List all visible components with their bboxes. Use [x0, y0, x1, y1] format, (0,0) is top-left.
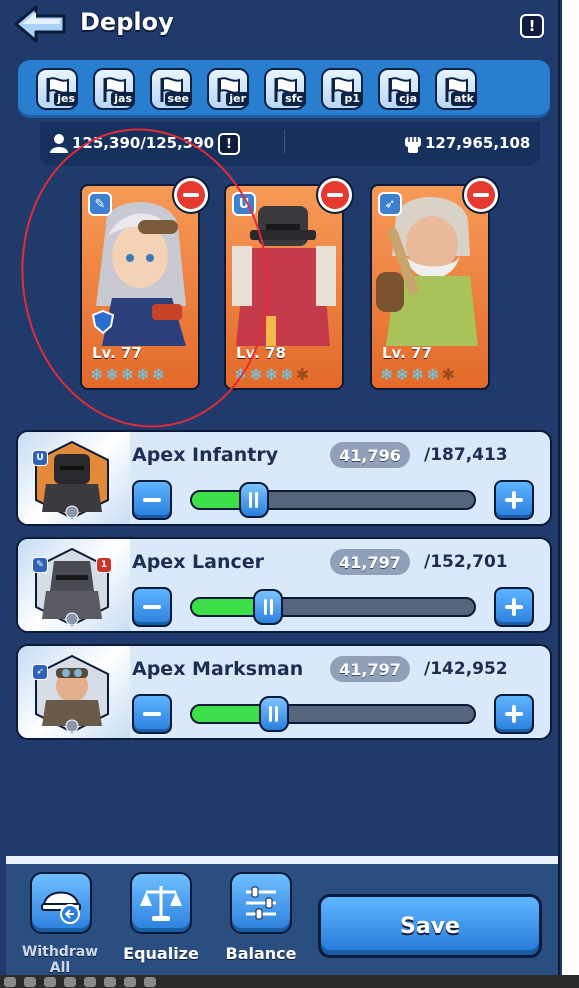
flag-slot[interactable]: jes — [36, 68, 78, 110]
flag-slot[interactable]: cja — [378, 68, 420, 110]
bow-icon: ➶ — [32, 664, 48, 680]
star-icon: ❄ — [395, 365, 409, 384]
taskbar-icon[interactable] — [104, 976, 116, 987]
taskbar-icon[interactable] — [124, 976, 136, 987]
withdraw-all-label: Withdraw All — [21, 944, 99, 975]
balance-label: Balance — [225, 944, 297, 963]
flag-label: sfc — [282, 92, 306, 106]
troops-icon — [50, 134, 68, 153]
minus-icon — [143, 712, 161, 716]
wand-icon: ✎ — [32, 557, 48, 573]
withdraw-all-button[interactable] — [30, 872, 92, 934]
minus-icon — [143, 498, 161, 502]
snow-edge — [6, 856, 558, 864]
scales-icon — [140, 886, 182, 921]
equalize-label: Equalize — [123, 944, 199, 963]
troop-max: /152,701 — [424, 552, 508, 572]
troop-name: Apex Infantry — [132, 444, 279, 466]
star-icon: ❄ — [249, 365, 263, 384]
troop-row-lancer: ✎ 1 Apex Lancer 41,797 /152,701 — [16, 537, 552, 633]
page-title: Deploy — [80, 8, 174, 36]
troop-row-infantry: U Apex Infantry 41,796 /187,413 — [16, 430, 552, 526]
taskbar-icon[interactable] — [64, 976, 76, 987]
flag-slot[interactable]: jer — [207, 68, 249, 110]
exclamation-icon: ! — [226, 136, 232, 152]
shield-icon: U — [32, 450, 48, 466]
sliders-icon — [246, 886, 276, 920]
divider — [284, 130, 285, 154]
flag-label: jer — [226, 92, 249, 106]
remove-hero-button[interactable] — [318, 178, 352, 212]
minus-icon — [143, 605, 161, 609]
star-icon: ❄ — [280, 365, 294, 384]
troop-count-input[interactable]: 41,797 — [330, 549, 410, 575]
troop-slider[interactable] — [190, 704, 476, 724]
taskbar-icon[interactable] — [4, 976, 16, 987]
flag-label: jas — [111, 92, 135, 106]
troop-max: /187,413 — [424, 445, 508, 465]
flag-label: jes — [54, 92, 78, 106]
flag-slot[interactable]: jas — [93, 68, 135, 110]
troop-info-button[interactable]: ! — [218, 133, 240, 155]
bow-icon: ➶ — [378, 192, 402, 216]
back-arrow-icon — [14, 5, 66, 43]
hero-card[interactable]: ➶ Lv. 77 ❄ ❄ ❄ ❄ ✱ — [370, 184, 490, 390]
hero-stars: ❄ ❄ ❄ ❄ ✱ — [380, 366, 455, 384]
star-icon: ❄ — [264, 365, 279, 384]
star-empty-icon: ✱ — [441, 365, 456, 384]
troop-count-input[interactable]: 41,797 — [330, 656, 410, 682]
star-icon: ❄ — [380, 365, 394, 384]
taskbar-icon[interactable] — [84, 976, 96, 987]
flag-label: see — [164, 92, 192, 106]
flag-label: cja — [396, 92, 420, 106]
taskbar-icon[interactable] — [44, 976, 56, 987]
decrease-button[interactable] — [132, 587, 172, 627]
deploy-panel: Deploy ! jes jas see jer sfc p1 cja atk … — [0, 0, 560, 975]
increase-button[interactable] — [494, 587, 534, 627]
back-button[interactable] — [12, 4, 68, 44]
troop-name: Apex Marksman — [132, 658, 304, 680]
star-icon: ❄ — [410, 365, 425, 384]
increase-button[interactable] — [494, 694, 534, 734]
flag-label: p1 — [341, 92, 363, 106]
troop-slider[interactable] — [190, 490, 476, 510]
exclamation-icon: ! — [528, 17, 536, 35]
total-power: 127,965,108 — [425, 134, 531, 152]
taskbar — [0, 975, 579, 988]
flag-slot[interactable]: see — [150, 68, 192, 110]
window-edge — [562, 0, 579, 975]
slider-thumb[interactable] — [258, 696, 289, 732]
decrease-button[interactable] — [132, 480, 172, 520]
minus-icon — [327, 193, 343, 197]
taskbar-icon[interactable] — [24, 976, 36, 987]
troop-row-marksman: ➶ Apex Marksman 41,797 /142,952 — [16, 644, 552, 740]
fist-power-icon — [405, 137, 421, 153]
taskbar-icon[interactable] — [144, 976, 156, 987]
decrease-button[interactable] — [132, 694, 172, 734]
star-icon: ❄ — [426, 365, 440, 384]
hero-level: Lv. 77 — [382, 344, 432, 362]
troop-count-input[interactable]: 41,796 — [330, 442, 410, 468]
increase-button[interactable] — [494, 480, 534, 520]
balance-button[interactable] — [230, 872, 292, 934]
remove-hero-button[interactable] — [464, 178, 498, 212]
info-button[interactable]: ! — [520, 14, 544, 38]
helmet-withdraw-icon — [41, 891, 81, 924]
flag-slot[interactable]: atk — [435, 68, 477, 110]
save-button[interactable]: Save — [318, 894, 542, 958]
flag-slot[interactable]: sfc — [264, 68, 306, 110]
troop-name: Apex Lancer — [132, 551, 265, 573]
star-empty-icon: ✱ — [295, 365, 310, 384]
flag-slot[interactable]: p1 — [321, 68, 363, 110]
minus-icon — [473, 193, 489, 197]
troop-max: /142,952 — [424, 659, 508, 679]
rank-badge-icon: 1 — [96, 557, 112, 573]
slider-thumb[interactable] — [238, 482, 269, 518]
flag-label: atk — [451, 92, 477, 106]
equalize-button[interactable] — [130, 872, 192, 934]
formation-flags-bar: jes jas see jer sfc p1 cja atk — [18, 60, 550, 118]
troop-slider[interactable] — [190, 597, 476, 617]
slider-thumb[interactable] — [253, 589, 284, 625]
